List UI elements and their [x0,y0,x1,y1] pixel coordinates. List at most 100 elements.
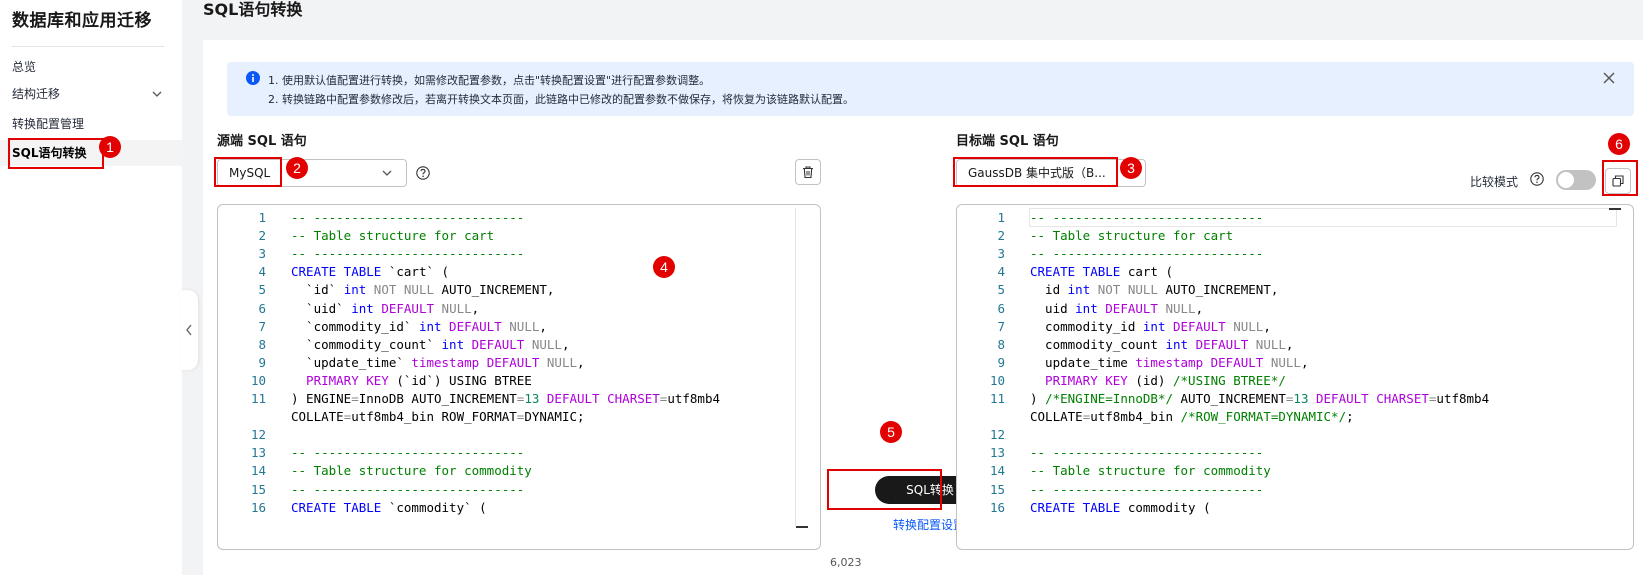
code-token: PRIMARY KEY [1030,372,1136,388]
code-token: NOT NULL [373,282,442,298]
code-text: `id` int NOT NULL AUTO_INCREMENT, [291,280,554,299]
code-token: -- ---------------------------- [1030,481,1264,497]
banner-line-1: 1. 使用默认值配置进行转换，如需修改配置参数，点击"转换配置设置"进行配置参数… [268,74,711,87]
code-token: 13 [524,391,547,406]
code-token: NULL [1233,318,1264,334]
sidebar-item-structure-migration[interactable]: 结构迁移 [0,81,182,107]
code-token: , [1300,354,1309,370]
code-token: DEFAULT [1105,300,1166,316]
code-text: -- ---------------------------- [291,443,524,462]
annotation-box-2 [214,157,282,187]
code-token: int [351,300,382,316]
target-sql-editor[interactable]: 1 -- ---------------------------- 2 -- Tabl… [956,204,1634,550]
code-text: -- Table structure for commodity [1030,461,1271,480]
code-token: commodity_id [1030,318,1143,334]
source-scrollbar[interactable] [795,208,809,526]
code-token: -- Table structure for cart [1030,228,1234,244]
code-token: NULL [441,300,472,316]
code-token: DEFAULT CHARSET [546,391,660,406]
sidebar: 数据库和应用迁移 总览 结构迁移 转换配置管理 SQL语句转换 [0,0,182,575]
code-text: -- ---------------------------- [291,480,524,499]
banner-line-2: 2. 转换链路中配置参数修改后，若离开转换文本页面，此链路中已修改的配置参数不做… [268,93,854,106]
code-token: NOT NULL [1097,282,1166,298]
chevron-down-icon [152,91,162,97]
code-text: -- ---------------------------- [291,244,524,263]
code-token: DEFAULT CHARSET [1316,391,1429,406]
line-number: 6 [258,300,266,316]
code-text: -- ---------------------------- [291,208,524,227]
code-token: utf8mb4 [667,391,721,406]
code-token: cart ( [1127,264,1173,280]
code-token: DEFAULT [471,336,532,352]
annotation-box-3 [953,157,1118,187]
source-sql-editor[interactable]: 1 -- ---------------------------- 2 -- Tabl… [217,204,821,550]
source-scroll-thumb[interactable] [796,526,808,528]
sidebar-collapse-handle[interactable] [180,290,198,370]
compare-mode-toggle-knob [1558,172,1574,188]
trash-icon [803,166,813,179]
code-token: , [539,318,547,334]
code-text: PRIMARY KEY (`id`) USING BTREE [291,371,532,390]
code-token: -- Table structure for cart [291,228,495,244]
chevron-left-icon [186,324,192,336]
code-text: CREATE TABLE `cart` ( [291,262,449,281]
code-token: `commodity_id` [291,318,419,334]
code-text: update_time timestamp DEFAULT NULL, [1030,353,1308,372]
target-scroll-thumb[interactable] [1609,208,1621,210]
code-token: CREATE TABLE [291,499,389,515]
code-text: ) /*ENGINE=InnoDB*/ AUTO_INCREMENT=13 DE… [1030,389,1489,408]
help-icon[interactable] [416,166,430,180]
code-text: -- ---------------------------- [1030,443,1263,462]
app-window: 数据库和应用迁移 总览 结构迁移 转换配置管理 SQL语句转换 SQL语句转换 … [0,0,1643,575]
code-token: , [561,336,570,352]
code-token: CREATE TABLE [291,264,389,280]
line-number: 14 [989,463,1005,479]
code-token: (`id`) [396,372,450,388]
conversion-settings-link[interactable]: 转换配置设置 [893,516,965,533]
code-token: , [577,354,585,370]
code-token: `commodity` ( [388,499,487,515]
code-token: commodity_count [1030,336,1166,352]
code-token: int [343,282,374,298]
code-token: /*ENGINE=InnoDB*/ [1045,391,1181,406]
code-token: int [1067,282,1098,298]
code-token: ) ENGINE [291,391,352,406]
help-icon[interactable] [1530,172,1544,186]
annotation-marker-1: 1 [99,136,121,158]
sidebar-item-overview[interactable]: 总览 [0,54,182,80]
info-icon [246,71,260,85]
line-number: 13 [989,445,1005,461]
code-token: -- ---------------------------- [291,246,525,262]
line-number: 2 [997,228,1005,244]
code-token: int [441,336,472,352]
chevron-down-icon [382,170,392,176]
code-text: PRIMARY KEY (id) /*USING BTREE*/ [1030,371,1286,390]
code-token: DEFAULT [449,318,510,334]
code-token: utf8mb4_bin ROW_FORMAT [351,409,517,425]
code-token: CREATE TABLE [1030,499,1128,515]
code-token: `id` [291,282,344,298]
code-token: DEFAULT [1173,318,1234,334]
code-text: commodity_id int DEFAULT NULL, [1030,317,1271,336]
code-token: CREATE TABLE [1030,264,1128,280]
code-text: `uid` int DEFAULT NULL, [291,299,479,318]
code-text: CREATE TABLE cart ( [1030,262,1173,281]
code-token: DEFAULT [1195,336,1256,352]
code-token: = [351,391,359,406]
code-token: , [1263,318,1271,334]
code-token: NULL [1165,300,1196,316]
line-number: 6 [997,300,1005,316]
clear-source-button[interactable] [795,159,821,185]
close-icon[interactable] [1603,72,1615,84]
code-token: timestamp [1135,354,1211,370]
line-number: 1 [997,210,1005,225]
code-token: utf8mb4 [1436,391,1490,406]
code-token: int [418,318,450,334]
sidebar-item-conversion-config[interactable]: 转换配置管理 [0,111,182,137]
line-number: 7 [997,318,1005,334]
code-text: -- Table structure for commodity [291,461,532,480]
code-token: USING BTREE [449,372,532,388]
annotation-marker-2: 2 [286,157,308,179]
line-number: 5 [997,282,1005,298]
line-number: 16 [250,499,266,515]
